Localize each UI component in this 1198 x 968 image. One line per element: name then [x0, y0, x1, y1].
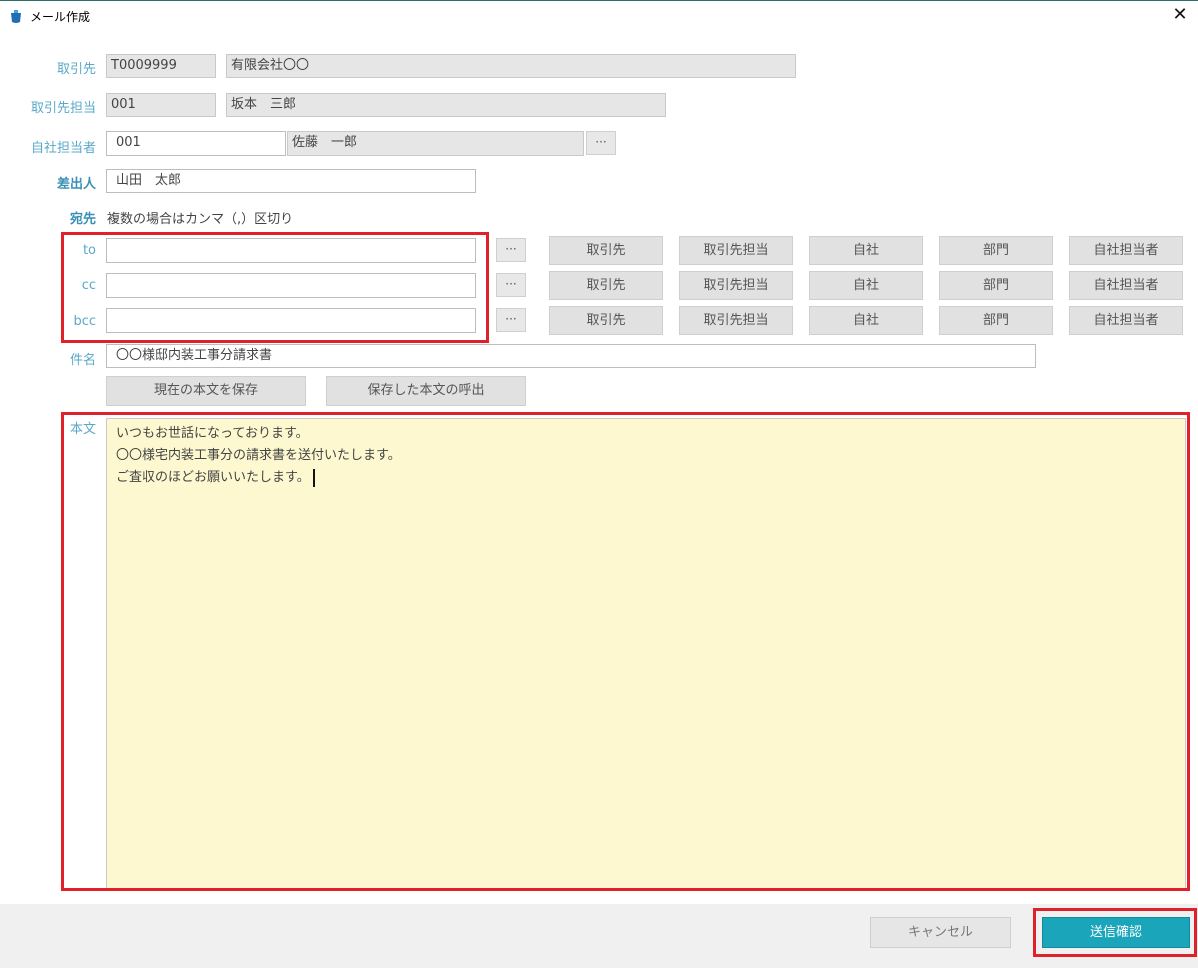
cancel-button[interactable]: キャンセル [870, 917, 1011, 948]
own-contact-name-field[interactable]: 佐藤 一郎 [287, 131, 584, 156]
footer-bar [0, 904, 1198, 968]
app-icon [11, 10, 21, 23]
send-highlight [1033, 908, 1197, 957]
recipients-hint: 複数の場合はカンマ（,）区切り [107, 212, 294, 227]
bcc-own-company-button[interactable]: 自社 [809, 306, 923, 335]
recipients-label: 宛先 [69, 212, 96, 227]
bcc-department-button[interactable]: 部門 [939, 306, 1053, 335]
cc-more-button[interactable]: ··· [496, 273, 526, 297]
to-own-contact-button[interactable]: 自社担当者 [1069, 236, 1183, 265]
window-title: メール作成 [30, 10, 91, 24]
client-name-field[interactable]: 有限会社〇〇 [226, 54, 796, 78]
client-contact-name-field[interactable]: 坂本 三郎 [226, 93, 666, 117]
cc-department-button[interactable]: 部門 [939, 271, 1053, 300]
sender-field[interactable]: 山田 太郎 [106, 169, 476, 193]
client-contact-code-field[interactable]: 001 [106, 93, 216, 117]
subject-input[interactable]: 〇〇様邸内装工事分請求書 [106, 344, 1036, 368]
to-client-contact-button[interactable]: 取引先担当 [679, 236, 793, 265]
cc-client-contact-button[interactable]: 取引先担当 [679, 271, 793, 300]
cc-client-button[interactable]: 取引先 [549, 271, 663, 300]
bcc-client-contact-button[interactable]: 取引先担当 [679, 306, 793, 335]
close-icon[interactable]: ✕ [1168, 4, 1192, 26]
bcc-client-button[interactable]: 取引先 [549, 306, 663, 335]
sender-label: 差出人 [56, 177, 96, 192]
client-contact-label: 取引先担当 [30, 101, 96, 116]
save-body-button[interactable]: 現在の本文を保存 [106, 376, 306, 406]
bcc-more-button[interactable]: ··· [496, 308, 526, 332]
client-code-field[interactable]: T0009999 [106, 54, 216, 78]
title-bar [0, 0, 1198, 32]
to-own-company-button[interactable]: 自社 [809, 236, 923, 265]
to-more-button[interactable]: ··· [496, 238, 526, 262]
to-client-button[interactable]: 取引先 [549, 236, 663, 265]
load-body-button[interactable]: 保存した本文の呼出 [326, 376, 526, 406]
cc-own-company-button[interactable]: 自社 [809, 271, 923, 300]
cc-own-contact-button[interactable]: 自社担当者 [1069, 271, 1183, 300]
to-department-button[interactable]: 部門 [939, 236, 1053, 265]
subject-label: 件名 [69, 353, 96, 368]
client-label: 取引先 [56, 62, 96, 77]
own-contact-code-field[interactable]: 001 [106, 131, 286, 156]
own-contact-more-button[interactable]: ··· [586, 131, 616, 155]
recipients-highlight [61, 232, 489, 343]
bcc-own-contact-button[interactable]: 自社担当者 [1069, 306, 1183, 335]
body-highlight [61, 412, 1190, 891]
own-contact-label: 自社担当者 [30, 141, 96, 156]
